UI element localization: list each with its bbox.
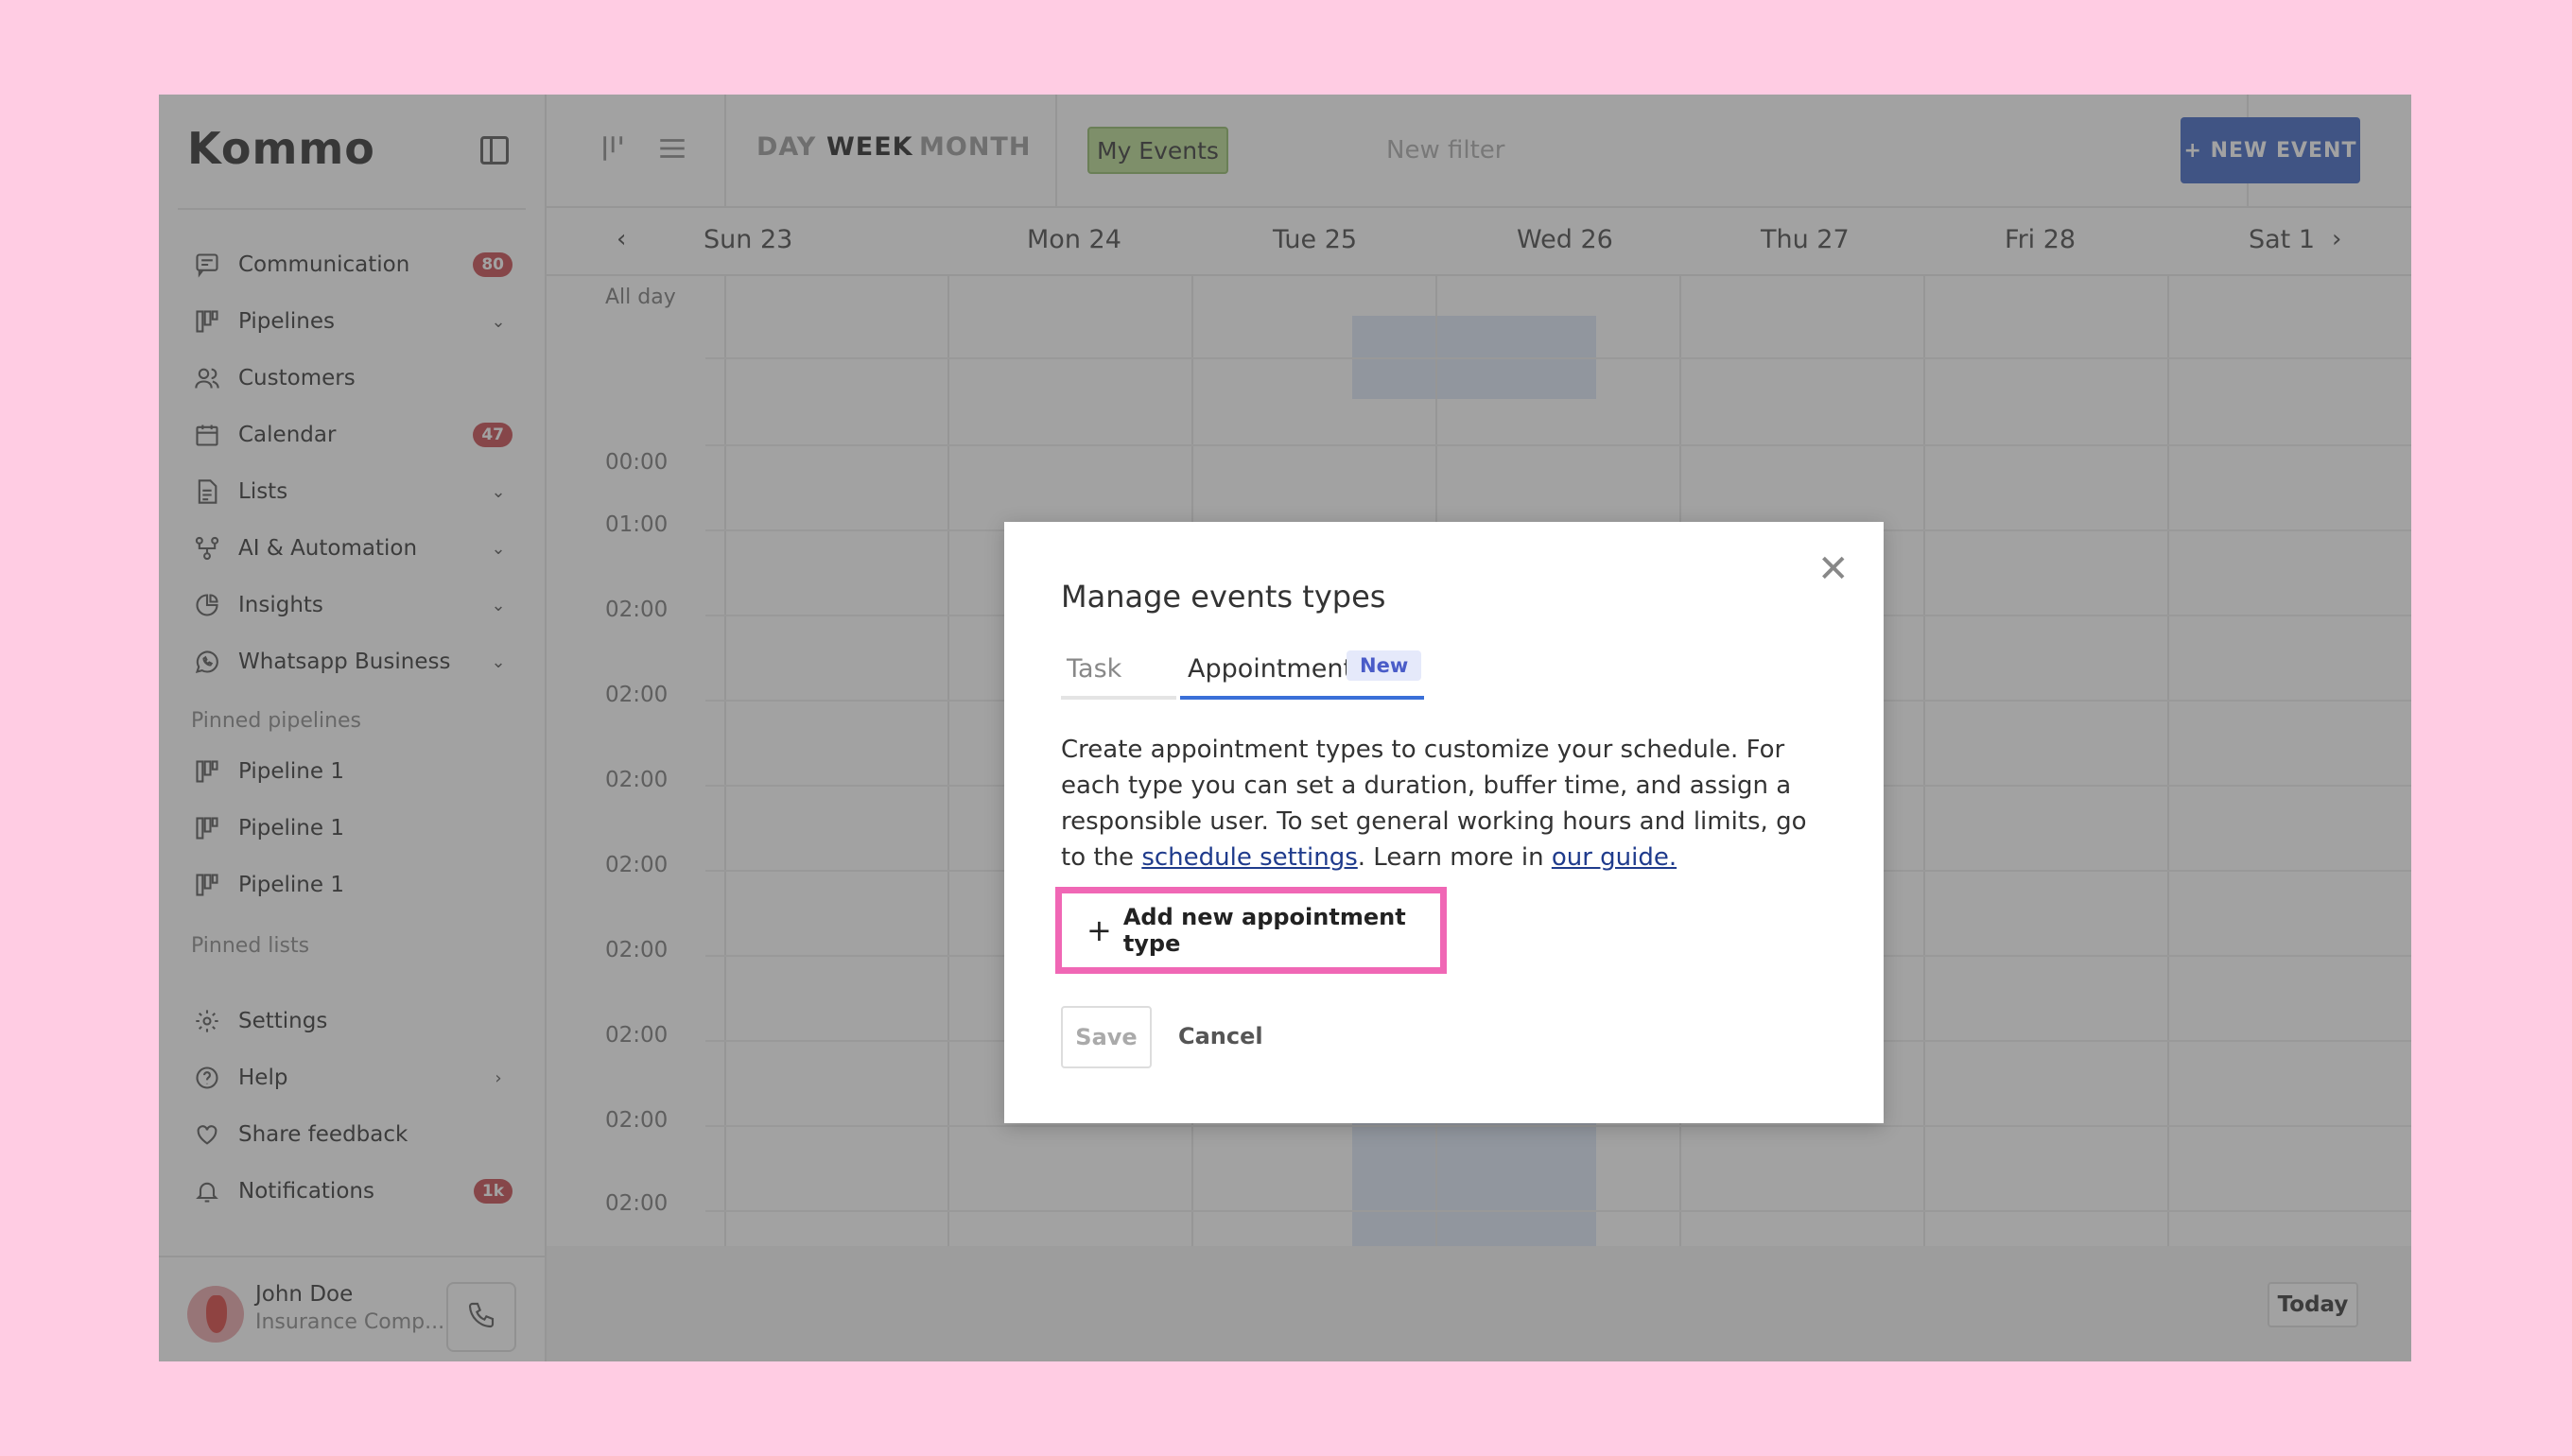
close-icon[interactable]: ✕: [1817, 550, 1850, 588]
cancel-button[interactable]: Cancel: [1178, 1023, 1263, 1049]
desc-text: . Learn more in: [1357, 843, 1552, 872]
save-button[interactable]: Save: [1061, 1006, 1152, 1068]
schedule-settings-link[interactable]: schedule settings: [1141, 843, 1357, 872]
add-button-label: Add new appointment type: [1122, 904, 1406, 957]
dialog-description: Create appointment types to customize yo…: [1061, 732, 1836, 875]
add-appointment-type-button[interactable]: + Add new appointment type: [1068, 899, 1434, 962]
plus-icon: +: [1086, 912, 1112, 948]
dialog-title: Manage events types: [1061, 579, 1386, 615]
tab-appointment[interactable]: Appointment: [1188, 654, 1353, 684]
add-appointment-type-highlight: + Add new appointment type: [1055, 887, 1447, 974]
new-tag-badge: New: [1347, 650, 1422, 681]
tab-task-underline: [1061, 696, 1176, 700]
tab-appointment-underline: [1180, 696, 1424, 700]
manage-event-types-dialog: Manage events types ✕ Task Appointment N…: [1004, 522, 1884, 1123]
our-guide-link[interactable]: our guide.: [1552, 843, 1677, 872]
app-window: Kommo Communication 80 Pipelines ⌄ Custo…: [159, 95, 2411, 1361]
tab-task[interactable]: Task: [1067, 654, 1121, 684]
